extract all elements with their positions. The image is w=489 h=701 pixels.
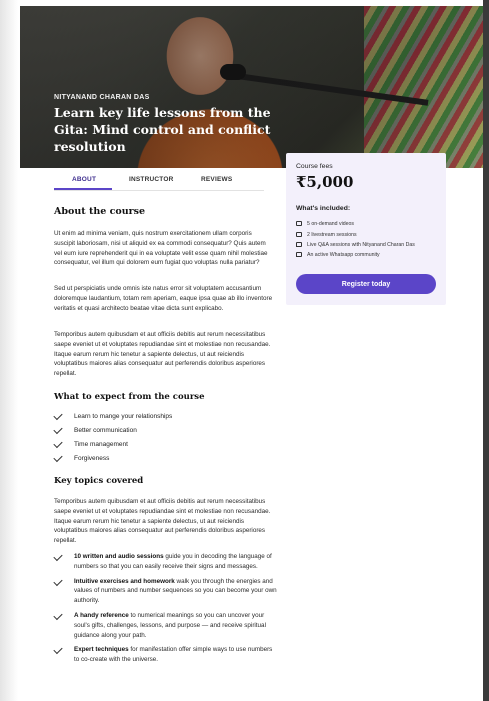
check-icon	[53, 645, 63, 655]
about-heading: About the course	[54, 206, 146, 217]
expect-item-label: Time management	[74, 441, 128, 448]
course-title: Learn key life lessons from the Gita: Mi…	[54, 105, 271, 154]
topic-bold: Expert techniques	[74, 646, 129, 654]
feature-label: Live Q&A sessions with Nityanand Charan …	[307, 242, 415, 248]
list-item: Intuitive exercises and homework walk yo…	[53, 576, 279, 606]
expect-item-label: Learn to mange your relationships	[74, 413, 173, 420]
register-button[interactable]: Register today	[296, 274, 436, 294]
list-item: 10 written and audio sessions guide you …	[53, 551, 279, 572]
list-item: Better communication	[53, 424, 274, 438]
check-icon	[53, 551, 63, 562]
active-tab-indicator	[54, 188, 112, 190]
tab-reviews[interactable]: REVIEWS	[201, 176, 232, 183]
tab-instructor[interactable]: INSTRUCTOR	[129, 176, 174, 183]
course-price: ₹5,000	[296, 173, 354, 191]
hero-banner: NITYANAND CHARAN DAS Learn key life less…	[20, 6, 484, 168]
check-icon	[53, 576, 63, 586]
topics-list: 10 written and audio sessions guide you …	[53, 551, 279, 665]
topic-bold: A handy reference	[74, 611, 129, 619]
feature-item: An active Whatsapp community	[296, 251, 446, 259]
check-icon	[53, 452, 63, 463]
check-icon	[53, 424, 63, 435]
check-icon	[53, 410, 63, 421]
expect-item-label: Better communication	[74, 427, 137, 434]
video-icon	[296, 221, 302, 227]
topic-bold: Intuitive exercises and homework	[74, 577, 175, 585]
expect-heading: What to expect from the course	[54, 392, 205, 402]
whats-included-label: What's included:	[296, 205, 351, 212]
left-shadow	[0, 0, 18, 701]
feature-label: 5 on-demand videos	[307, 221, 355, 227]
feature-label: 2 livestream sessions	[307, 232, 357, 238]
feature-label: An active Whatsapp community	[307, 252, 380, 258]
topic-bold: 10 written and audio sessions	[74, 553, 164, 560]
topics-heading: Key topics covered	[54, 476, 144, 486]
expect-item-label: Forgiveness	[74, 455, 110, 462]
topics-intro: Temporibus autem quibusdam et aut offici…	[54, 498, 271, 545]
feature-item: 5 on-demand videos	[296, 220, 446, 228]
course-tabs: ABOUT INSTRUCTOR REVIEWS	[54, 170, 264, 191]
chat-icon	[296, 242, 302, 248]
list-item: Forgiveness	[53, 452, 274, 466]
feature-item: 2 livestream sessions	[296, 231, 446, 239]
course-fees-label: Course fees	[296, 163, 333, 170]
course-fees-card: Course fees ₹5,000 What's included: 5 on…	[286, 153, 446, 305]
list-item: Time management	[53, 438, 274, 452]
livestream-icon	[296, 232, 302, 238]
instructor-eyebrow: NITYANAND CHARAN DAS	[54, 94, 150, 101]
about-paragraph: Temporibus autem quibusdam et aut offici…	[54, 331, 271, 378]
tab-about[interactable]: ABOUT	[72, 176, 96, 183]
window-scrollbar[interactable]	[483, 0, 489, 701]
list-item: Expert techniques for manifestation offe…	[53, 645, 279, 665]
about-paragraph: Ut enim ad minima veniam, quis nostrum e…	[54, 230, 268, 267]
feature-item: Live Q&A sessions with Nityanand Charan …	[296, 241, 446, 249]
check-icon	[53, 610, 63, 621]
about-paragraph: Sed ut perspiciatis unde omnis iste natu…	[54, 285, 273, 312]
community-icon	[296, 252, 302, 258]
list-item: Learn to mange your relationships	[53, 410, 274, 424]
check-icon	[53, 438, 63, 449]
list-item: A handy reference to numerical meanings …	[53, 610, 279, 640]
expect-list: Learn to mange your relationships Better…	[53, 410, 274, 466]
